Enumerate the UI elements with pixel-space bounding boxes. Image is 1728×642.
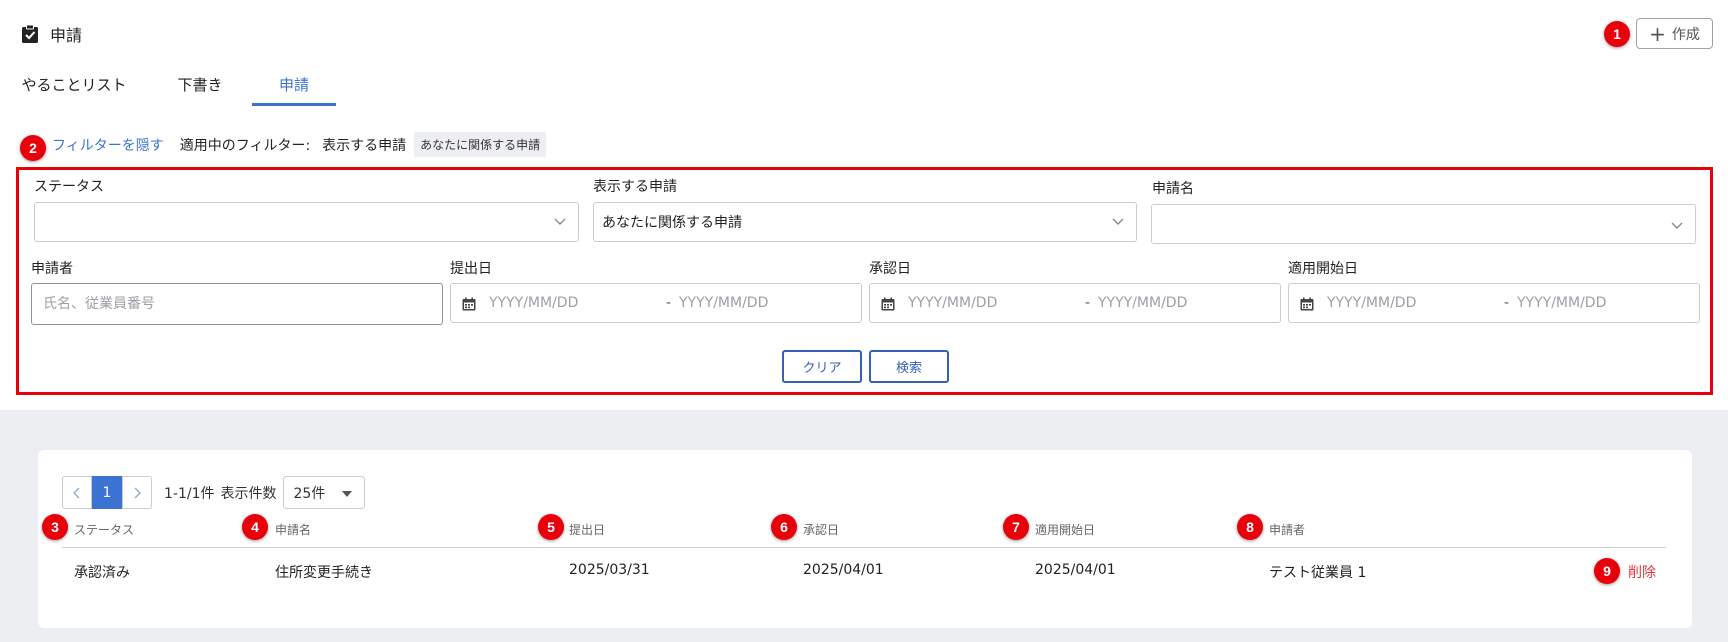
result-range: 1-1/1件 <box>164 485 215 502</box>
calendar-icon <box>881 297 895 311</box>
calendar-icon <box>462 297 476 311</box>
chevron-right-icon <box>134 487 141 498</box>
per-page-value: 25件 <box>293 485 326 502</box>
clear-button[interactable]: クリア <box>782 350 862 383</box>
applied-filters-bar: フィルターを隠す 適用中のフィルター: 表示する申請 あなたに関係する申請 <box>52 132 547 157</box>
scope-select-value: あなたに関係する申請 <box>602 215 742 231</box>
range-separator: - <box>1504 295 1510 311</box>
row-status: 承認済み <box>74 565 130 581</box>
annotation-badge-2: 2 <box>20 135 46 161</box>
effective-date-to: YYYY/MM/DD <box>1517 295 1607 311</box>
annotation-badge-7: 7 <box>1003 514 1029 540</box>
annotation-badge-6: 6 <box>771 514 797 540</box>
approved-date-to: YYYY/MM/DD <box>1098 295 1188 311</box>
caret-down-icon <box>341 491 352 497</box>
applicant-search-input[interactable] <box>31 283 443 325</box>
approved-date-range[interactable]: YYYY/MM/DD - YYYY/MM/DD <box>869 283 1281 323</box>
hide-filters-link[interactable]: フィルターを隠す <box>52 135 164 155</box>
status-filter-label: ステータス <box>34 179 104 195</box>
status-select[interactable] <box>34 202 579 242</box>
approved-date-label: 承認日 <box>869 261 911 277</box>
row-name[interactable]: 住所変更手続き <box>275 562 373 582</box>
chevron-down-icon <box>1112 218 1124 225</box>
column-header-name[interactable]: 申請名 <box>275 521 311 538</box>
delete-button[interactable]: 削除 <box>1628 562 1656 582</box>
applied-filter-chip[interactable]: あなたに関係する申請 <box>414 132 547 157</box>
next-page-button[interactable] <box>122 476 152 509</box>
chevron-down-icon <box>554 218 566 225</box>
submitted-date-to: YYYY/MM/DD <box>679 295 769 311</box>
effective-date-from: YYYY/MM/DD <box>1327 295 1417 311</box>
column-header-effective[interactable]: 適用開始日 <box>1035 521 1095 538</box>
plus-icon: + <box>1649 21 1666 46</box>
effective-date-range[interactable]: YYYY/MM/DD - YYYY/MM/DD <box>1288 283 1700 323</box>
range-separator: - <box>1085 295 1091 311</box>
tab-applications[interactable]: 申請 <box>252 74 336 106</box>
row-applicant: テスト従業員 1 <box>1269 565 1367 581</box>
tab-todo-list[interactable]: やることリスト <box>0 74 148 106</box>
approved-date-from: YYYY/MM/DD <box>908 295 998 311</box>
tab-bar: やることリスト 下書き 申請 <box>0 74 336 106</box>
annotation-badge-3: 3 <box>42 514 68 540</box>
chevron-down-icon <box>1671 222 1683 229</box>
clipboard-check-icon <box>22 24 38 43</box>
submitted-date-from: YYYY/MM/DD <box>489 295 579 311</box>
name-filter-label: 申請名 <box>1152 181 1194 197</box>
name-select[interactable] <box>1151 204 1696 244</box>
page-button-current[interactable]: 1 <box>92 476 122 509</box>
create-button-label: 作成 <box>1671 26 1700 43</box>
column-header-approved[interactable]: 承認日 <box>803 521 839 538</box>
search-button[interactable]: 検索 <box>869 350 949 383</box>
create-button[interactable]: + 作成 <box>1636 18 1713 49</box>
row-effective: 2025/04/01 <box>1035 562 1116 578</box>
per-page-label: 表示件数 <box>220 485 277 502</box>
submitted-date-label: 提出日 <box>450 261 492 277</box>
page-title-text: 申請 <box>50 26 83 45</box>
column-header-status[interactable]: ステータス <box>74 521 134 538</box>
applied-filter-key: 表示する申請 <box>322 137 407 154</box>
scope-select[interactable]: あなたに関係する申請 <box>593 202 1137 242</box>
pagination: 1 1-1/1件 表示件数 25件 <box>62 476 365 509</box>
row-submitted: 2025/03/31 <box>569 562 650 578</box>
annotation-badge-9: 9 <box>1594 558 1620 584</box>
table-header-divider <box>62 547 1666 548</box>
annotation-badge-5: 5 <box>538 514 564 540</box>
submitted-date-range[interactable]: YYYY/MM/DD - YYYY/MM/DD <box>450 283 862 323</box>
annotation-badge-8: 8 <box>1237 514 1263 540</box>
per-page-select[interactable]: 25件 <box>282 476 365 509</box>
annotation-badge-1: 1 <box>1604 21 1630 47</box>
column-header-submitted[interactable]: 提出日 <box>569 521 605 538</box>
calendar-icon <box>1300 297 1314 311</box>
effective-date-label: 適用開始日 <box>1288 261 1358 277</box>
page-title: 申請 <box>20 22 82 46</box>
tab-drafts[interactable]: 下書き <box>148 74 252 106</box>
row-approved: 2025/04/01 <box>803 562 884 578</box>
range-separator: - <box>666 295 672 311</box>
applied-filters-label: 適用中のフィルター: <box>179 137 311 154</box>
chevron-left-icon <box>73 487 80 498</box>
annotation-badge-4: 4 <box>242 514 268 540</box>
scope-filter-label: 表示する申請 <box>593 179 677 195</box>
column-header-applicant[interactable]: 申請者 <box>1269 521 1305 538</box>
applicant-filter-label: 申請者 <box>31 261 73 277</box>
prev-page-button[interactable] <box>62 476 92 509</box>
